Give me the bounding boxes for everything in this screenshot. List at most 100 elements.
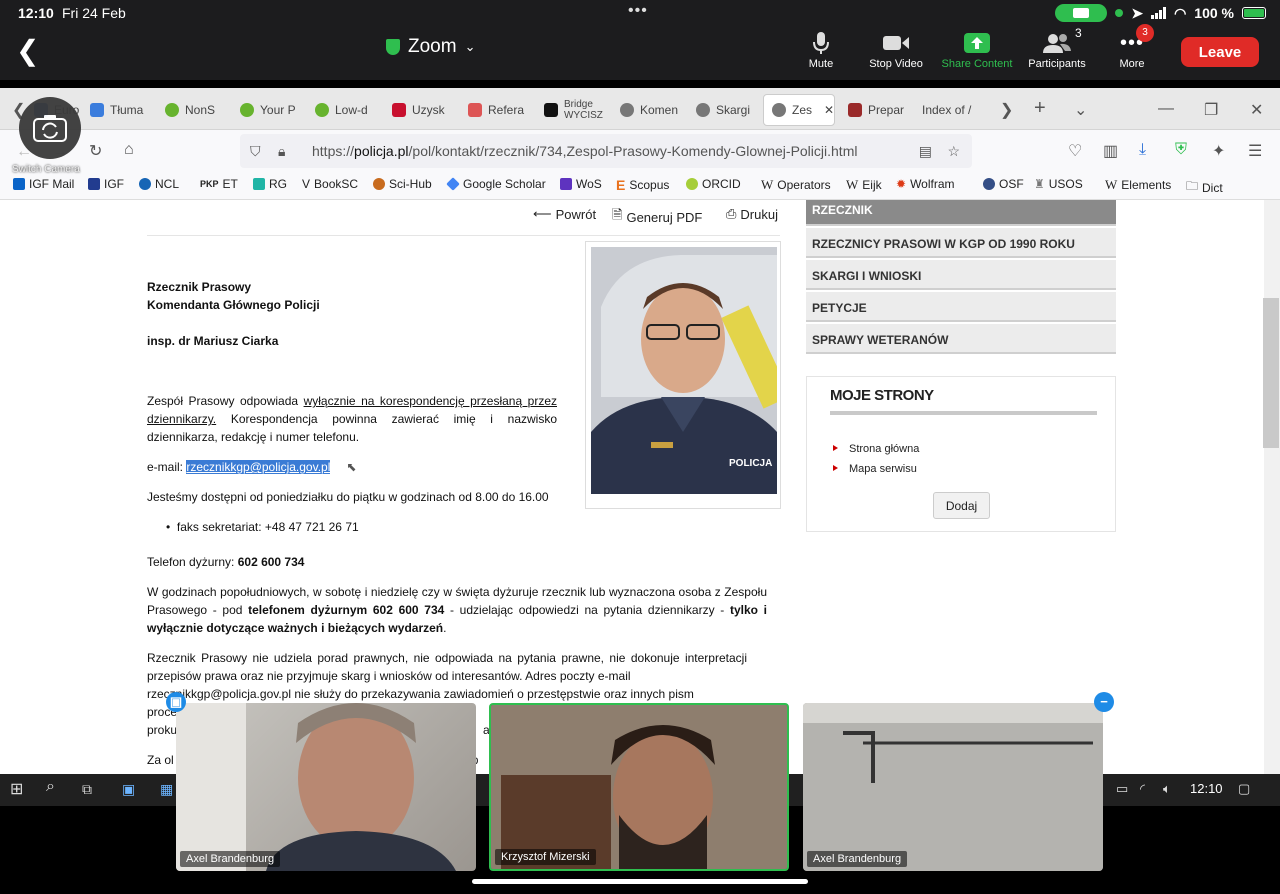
participant-contact-icon[interactable]: ▣ xyxy=(166,692,186,712)
generate-pdf-link[interactable]: 🗎︎ Generuj PDF xyxy=(612,206,702,228)
bookmark-wolfram[interactable]: ✹ Wolfram xyxy=(896,177,955,191)
bookmark-elements[interactable]: W Elements xyxy=(1105,177,1171,193)
spokesperson-name: insp. dr Mariusz Ciarka xyxy=(147,334,279,348)
battery-tray-icon[interactable]: ▭ xyxy=(1116,781,1128,797)
tab-zes-active[interactable]: Zes ✕ xyxy=(763,94,835,126)
tab-refera[interactable]: Refera xyxy=(460,94,530,126)
close-tab-icon[interactable]: ✕ xyxy=(824,103,834,117)
multitasking-dots-icon[interactable]: ••• xyxy=(628,2,648,20)
bookmark-usos[interactable]: ♜ USOS xyxy=(1034,177,1083,191)
reload-icon[interactable]: ↻ xyxy=(89,141,102,161)
bookmark-orcid[interactable]: ORCID xyxy=(686,177,741,191)
window-close-icon[interactable]: ✕ xyxy=(1250,100,1263,120)
home-indicator[interactable] xyxy=(472,879,808,884)
video-tile-1[interactable]: Axel Brandenburg xyxy=(176,703,476,871)
scrollbar-thumb[interactable] xyxy=(1263,298,1279,448)
duty-paragraph: W godzinach popołudniowych, w sobotę i n… xyxy=(147,585,767,635)
more-button[interactable]: ••• 3 More xyxy=(1090,24,1174,70)
mute-label: Mute xyxy=(808,58,834,70)
bookmark-booksc[interactable]: V BookSC xyxy=(302,177,358,191)
video-tile-3[interactable]: Axel Brandenburg xyxy=(803,703,1103,871)
page-scrollbar[interactable] xyxy=(1264,200,1280,774)
task-view-icon[interactable]: ⧉ xyxy=(82,781,92,798)
volume-tray-icon[interactable]: 🔈︎ xyxy=(1163,781,1171,797)
tab-scroll-right-icon[interactable]: ❯ xyxy=(1000,100,1013,120)
windows-start-icon[interactable]: ⊞ xyxy=(10,779,23,799)
tab-nons[interactable]: NonS xyxy=(157,94,227,126)
tab-index[interactable]: Index of / xyxy=(914,94,986,126)
menu-hamburger-icon[interactable]: ☰ xyxy=(1248,141,1262,161)
meeting-title[interactable]: Zoom ⌄ xyxy=(386,36,475,58)
bookmark-igf-mail[interactable]: IGF Mail xyxy=(13,177,74,191)
bookmark-wos[interactable]: WoS xyxy=(560,177,602,191)
tab-tluma[interactable]: Tłuma xyxy=(82,94,152,126)
tab-low[interactable]: Low-d xyxy=(307,94,377,126)
participants-icon: 3 xyxy=(1015,26,1099,56)
participants-button[interactable]: 3 Participants xyxy=(1015,26,1099,70)
bookmark-scihub[interactable]: Sci-Hub xyxy=(373,177,432,191)
search-icon[interactable]: ⌕ xyxy=(46,778,55,796)
new-tab-icon[interactable]: + xyxy=(1034,97,1046,120)
bookmark-star-icon[interactable]: ☆ xyxy=(947,143,960,160)
bookmark-eijk[interactable]: W Eijk xyxy=(846,177,882,193)
print-link[interactable]: ⎙ Drukuj xyxy=(726,206,778,222)
adblock-shield-icon[interactable]: ⛨ xyxy=(1175,141,1187,159)
tab-skargi[interactable]: Skargi xyxy=(688,94,758,126)
bookmark-ncl[interactable]: NCL xyxy=(139,177,179,191)
add-button[interactable]: Dodaj xyxy=(933,492,990,519)
tab-bridge[interactable]: Bridge WYCISZ xyxy=(536,94,606,126)
tab-uzysk[interactable]: Uzysk xyxy=(384,94,454,126)
menu-petycje[interactable]: PETYCJE xyxy=(806,292,1116,322)
orcid-icon xyxy=(686,178,698,190)
taskbar-clock[interactable]: 12:10 xyxy=(1190,781,1223,796)
web-page-content: ⟵ Powrót 🗎︎ Generuj PDF ⎙ Drukuj Rzecznik P… xyxy=(0,200,1264,774)
tab-list-chevron-icon[interactable]: ⌄ xyxy=(1074,100,1087,120)
menu-skargi-i-wnioski[interactable]: SKARGI I WNIOSKI xyxy=(806,260,1116,290)
address-bar[interactable]: ⛉ 🔒︎ https://policja.pl/pol/kontakt/rzec… xyxy=(240,134,972,168)
menu-rzecznicy-prasowi[interactable]: RZECZNICY PRASOWI W KGP OD 1990 ROKU xyxy=(806,228,1116,258)
tab-komen[interactable]: Komen xyxy=(612,94,682,126)
bookmark-google-scholar[interactable]: Google Scholar xyxy=(446,177,546,191)
divider xyxy=(147,235,780,236)
restore-icon[interactable]: ❐ xyxy=(1204,100,1218,120)
extensions-icon[interactable]: ✦ xyxy=(1212,141,1225,161)
reader-view-icon[interactable]: ▤ xyxy=(919,143,932,160)
menu-rzecznik[interactable]: RZECZNIK xyxy=(806,200,1116,226)
mute-button[interactable]: Mute xyxy=(779,30,863,70)
app-icon[interactable]: ▣ xyxy=(122,781,135,798)
bookmark-rg[interactable]: RG xyxy=(253,177,287,191)
bookmark-et[interactable]: PKP ET xyxy=(200,177,238,191)
menu-sprawy-weteranow[interactable]: SPRAWY WETERANÓW xyxy=(806,324,1116,354)
bookmark-dict[interactable]: 🗀 Dict xyxy=(1186,177,1223,198)
scihub-icon xyxy=(373,178,385,190)
app-icon[interactable]: ▦ xyxy=(160,781,173,798)
link-home[interactable]: Strona główna xyxy=(849,443,919,455)
share-content-button[interactable]: Share Content xyxy=(935,30,1019,70)
minimize-icon[interactable]: — xyxy=(1158,100,1174,118)
bookmark-scopus[interactable]: E Scopus xyxy=(616,177,669,193)
tab-your[interactable]: Your P xyxy=(232,94,302,126)
back-chevron-icon[interactable]: ❮ xyxy=(16,34,39,67)
tab-prepar[interactable]: Prepar xyxy=(840,94,910,126)
home-icon[interactable]: ⌂ xyxy=(124,141,134,159)
lock-icon[interactable]: 🔒︎ xyxy=(278,143,296,160)
minimize-video-icon[interactable]: − xyxy=(1094,692,1114,712)
network-tray-icon[interactable]: ◜ xyxy=(1140,781,1145,797)
camera-rotate-icon xyxy=(33,115,67,142)
email-link[interactable]: rzecznikkgp@policja.gov.pl xyxy=(186,460,331,474)
video-tile-2-active-speaker[interactable]: Krzysztof Mizerski xyxy=(489,703,789,871)
bookmark-igf[interactable]: IGF xyxy=(88,177,124,191)
navigation-bar: ← → ↻ ⌂ ⛉ 🔒︎ https://policja.pl/pol/kont… xyxy=(0,130,1280,172)
notifications-icon[interactable]: ▢ xyxy=(1238,781,1250,797)
switch-camera-button[interactable] xyxy=(19,97,81,159)
sidebar-icon[interactable]: ▥ xyxy=(1103,141,1118,161)
leave-button[interactable]: Leave xyxy=(1181,37,1259,67)
back-link[interactable]: ⟵ Powrót xyxy=(533,206,596,222)
pocket-icon[interactable]: ♡ xyxy=(1068,141,1082,161)
link-sitemap[interactable]: Mapa serwisu xyxy=(849,463,917,475)
bookmark-osf[interactable]: OSF xyxy=(983,177,1024,191)
shield-icon[interactable]: ⛉ xyxy=(250,143,268,160)
stop-video-button[interactable]: Stop Video xyxy=(854,30,938,70)
bookmark-operators[interactable]: W Operators xyxy=(761,177,831,193)
download-icon[interactable]: ⤓ xyxy=(1139,141,1146,159)
